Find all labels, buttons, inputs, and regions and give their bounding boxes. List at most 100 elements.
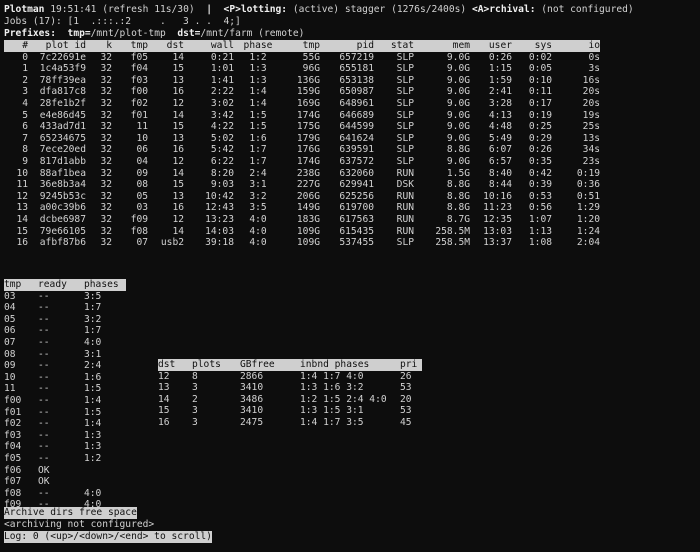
job-cell: 20s — [582, 97, 600, 109]
job-cell: 2 — [22, 74, 28, 86]
job-cell: 11 — [136, 121, 148, 133]
dst-col-header: pri — [400, 359, 422, 371]
job-row: 7 65234675 32 10 13 5:02 1:6 179G 641624 SLP 9.0G 5… — [4, 133, 600, 145]
job-cell: 32 — [100, 167, 112, 179]
job-cell: 16 — [172, 144, 184, 156]
prefixes-label: Prefixes: — [4, 28, 56, 39]
job-cell: 9.0G — [446, 63, 470, 75]
log-scroll-bar[interactable]: Log: 0 (<up>/<down>/<end> to scroll) — [4, 531, 212, 543]
job-cell: 2:41 — [488, 86, 512, 98]
job-cell: 12:43 — [205, 202, 234, 214]
plotting-key[interactable]: <P>lotting: — [224, 4, 288, 15]
job-cell: 1:59 — [488, 74, 512, 86]
job-cell: 109G — [296, 237, 320, 249]
tmp-col-header: tmp — [4, 279, 38, 291]
job-cell: 12 — [172, 213, 184, 225]
tmp-cell: 09 — [4, 360, 16, 372]
job-cell: 644599 — [339, 121, 374, 133]
tmp-col-header: phases — [84, 279, 126, 291]
job-cell: 15 — [172, 179, 184, 191]
tmp-cell: -- — [38, 429, 50, 441]
job-cell: 9.0G — [446, 109, 470, 121]
job-cell: 1 — [22, 63, 28, 75]
job-row: 15 79e66105 32 f08 14 14:03 4:0 109G 615435 RUN 25… — [4, 226, 600, 238]
job-cell: 1:20 — [576, 213, 600, 225]
dst-cell: 3 — [192, 382, 198, 394]
job-cell: 6:22 — [210, 155, 234, 167]
job-cell: 7 — [22, 132, 28, 144]
tmp-cell: OK — [38, 476, 50, 488]
job-cell: 9.0G — [446, 121, 470, 133]
archive-header: Archive dirs free space — [4, 507, 137, 519]
dst-cell: 15 — [158, 405, 170, 417]
job-cell: 6 — [22, 121, 28, 133]
job-col-header: io — [552, 40, 600, 52]
job-cell: 227G — [296, 179, 320, 191]
job-cell: 1:08 — [528, 237, 552, 249]
job-cell: 14:03 — [205, 225, 234, 237]
job-cell: 238G — [296, 167, 320, 179]
job-cell: 15 — [16, 225, 28, 237]
archive-status: <archiving not configured> — [4, 519, 155, 530]
tmp-cell: f08 — [4, 487, 22, 499]
job-cell: 179G — [296, 132, 320, 144]
job-cell: 4:0 — [249, 225, 267, 237]
job-cell: 619700 — [339, 202, 374, 214]
tmp-cell: 03 — [4, 290, 16, 302]
tmp-cell — [84, 476, 126, 488]
job-row: 9 817d1abb 32 04 12 6:22 1:7 174G 637572 SLP 9.0G 6… — [4, 156, 600, 168]
job-cell: 8 — [22, 144, 28, 156]
archival-key[interactable]: <A>rchival: — [472, 4, 536, 15]
job-cell: 10 — [16, 167, 28, 179]
job-cell: 2:4 — [249, 167, 267, 179]
job-cell: 32 — [100, 213, 112, 225]
job-cell: usb2 — [160, 237, 184, 249]
job-cell: 8.8G — [446, 179, 470, 191]
tmp-cell: 1:7 — [84, 302, 102, 314]
tmp-row: 04 -- 1:7 — [4, 302, 126, 314]
job-cell: 23s — [582, 155, 600, 167]
job-cell: 1:4 — [249, 97, 267, 109]
job-cell: 1c4a53f9 — [39, 63, 86, 75]
dst-cell: 14 — [158, 393, 170, 405]
tmp-cell: f07 — [4, 476, 22, 488]
job-cell: 14 — [172, 167, 184, 179]
dst-cell: 3 — [192, 416, 198, 428]
dst-cell: 2866 — [240, 370, 264, 382]
dst-col-header: inbnd phases — [300, 359, 400, 371]
job-cell: 1:5 — [249, 121, 267, 133]
dst-cell: 1:4 1:7 4:0 — [300, 370, 364, 382]
tmp-row: f02 -- 1:4 — [4, 418, 126, 430]
job-cell: 32 — [100, 74, 112, 86]
prefixes-line: Prefixes: tmp=/mnt/plot-tmp dst=/mnt/far… — [4, 28, 304, 40]
job-cell: 32 — [100, 109, 112, 121]
jobs-summary: Jobs (17): [1 .:::.:2 . 3 . . 4;] — [4, 16, 241, 27]
dst-cell: 3486 — [240, 393, 264, 405]
tmp-row: 07 -- 4:0 — [4, 337, 126, 349]
dst-cell: 45 — [400, 416, 412, 428]
tmp-row: 03 -- 3:5 — [4, 291, 126, 303]
job-cell: 632060 — [339, 167, 374, 179]
job-cell: 7c22691e — [39, 51, 86, 63]
job-cell: 04 — [136, 155, 148, 167]
job-cell: SLP — [396, 97, 414, 109]
job-cell: 32 — [100, 155, 112, 167]
job-col-header: dst — [148, 40, 184, 52]
job-cell: 136G — [296, 74, 320, 86]
job-cell: 1:2 — [249, 51, 267, 63]
dst-row: 14 2 3486 1:2 1:5 2:4 4:0 20 — [158, 394, 422, 406]
job-cell: 34s — [582, 144, 600, 156]
job-cell: 4:48 — [488, 121, 512, 133]
job-cell: 629941 — [339, 179, 374, 191]
tmp-row: f05 -- 1:2 — [4, 453, 126, 465]
job-cell: 537455 — [339, 237, 374, 249]
tmp-cell: -- — [38, 290, 50, 302]
job-cell: 206G — [296, 190, 320, 202]
job-cell: 16 — [16, 237, 28, 249]
tmp-cell: 1:2 — [84, 452, 102, 464]
job-cell: 0:42 — [528, 167, 552, 179]
job-cell: 11:23 — [483, 202, 512, 214]
job-cell: 12 — [172, 155, 184, 167]
job-cell: 7ece20ed — [39, 144, 86, 156]
app-name: Plotman — [4, 4, 45, 15]
